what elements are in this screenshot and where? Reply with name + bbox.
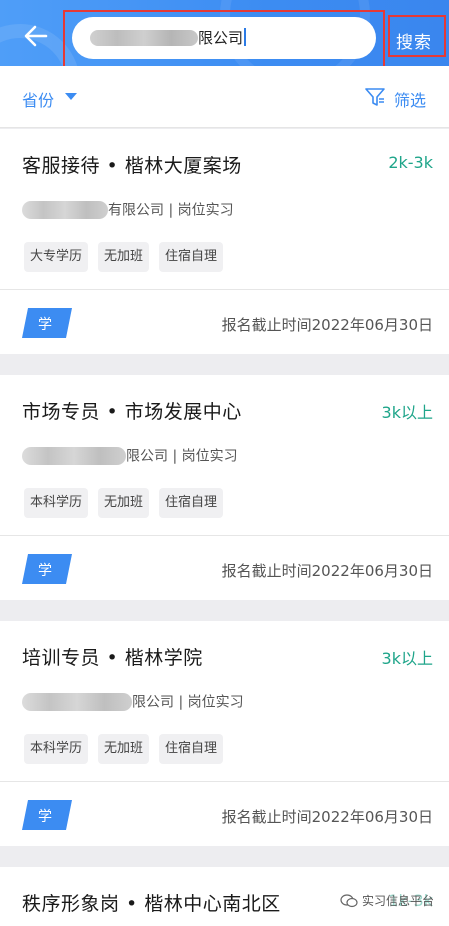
job-card-body[interactable]: 培训专员 • 楷林学院 3k以上 限公司 | 岗位实习 本科学历 无加班 住宿自…: [0, 621, 449, 781]
company-line: 限公司 | 岗位实习: [22, 691, 244, 711]
job-title: 秩序形象岗 • 楷林中心南北区: [22, 893, 281, 915]
tag: 住宿自理: [159, 734, 224, 764]
job-title: 市场专员 • 市场发展中心: [22, 401, 242, 423]
wechat-icon: [340, 893, 358, 907]
tag-list: 本科学历 无加班 住宿自理: [24, 488, 224, 518]
tag: 无加班: [98, 242, 150, 272]
deadline-text: 报名截止时间2022年06月30日: [221, 808, 433, 826]
watermark-text: 实习信息平台: [362, 894, 435, 908]
funnel-filter-icon[interactable]: [364, 86, 386, 108]
province-dropdown[interactable]: 省份: [22, 87, 54, 111]
tag-list: 大专学历 无加班 住宿自理: [24, 242, 224, 272]
job-card-body[interactable]: 市场专员 • 市场发展中心 3k以上 限公司 | 岗位实习 本科学历 无加班 住…: [0, 375, 449, 535]
search-input[interactable]: 限公司: [72, 17, 376, 59]
redacted-text: [90, 30, 198, 46]
tag: 无加班: [98, 734, 150, 764]
job-card[interactable]: 客服接待 • 楷林大厦案场 2k-3k 有限公司 | 岗位实习 大专学历 无加班…: [0, 129, 449, 354]
company-info: 限公司 | 岗位实习: [126, 448, 238, 465]
deadline-text: 报名截止时间2022年06月30日: [221, 316, 433, 334]
job-card-footer: 学 报名截止时间2022年06月30日: [0, 536, 449, 600]
company-info: 限公司 | 岗位实习: [132, 694, 244, 711]
redacted-company-name: [22, 200, 108, 219]
badge-label: 学: [38, 809, 52, 825]
search-input-value: 限公司: [198, 27, 247, 49]
job-title: 培训专员 • 楷林学院: [22, 647, 203, 669]
job-card-footer: 学 报名截止时间2022年06月30日: [0, 290, 449, 354]
job-card[interactable]: 市场专员 • 市场发展中心 3k以上 限公司 | 岗位实习 本科学历 无加班 住…: [0, 375, 449, 600]
caret-down-icon[interactable]: [65, 93, 77, 100]
company-line: 限公司 | 岗位实习: [22, 445, 238, 465]
filter-button[interactable]: 筛选: [394, 87, 426, 111]
tag: 住宿自理: [159, 488, 224, 518]
job-card[interactable]: 培训专员 • 楷林学院 3k以上 限公司 | 岗位实习 本科学历 无加班 住宿自…: [0, 621, 449, 846]
job-salary: 3k以上: [381, 403, 433, 422]
tag-list: 本科学历 无加班 住宿自理: [24, 734, 224, 764]
job-card-body[interactable]: 客服接待 • 楷林大厦案场 2k-3k 有限公司 | 岗位实习 大专学历 无加班…: [0, 129, 449, 289]
filter-bar: 省份 筛选: [0, 66, 449, 128]
job-salary: 3k以上: [381, 649, 433, 668]
tag: 无加班: [98, 488, 150, 518]
tag: 本科学历: [24, 734, 89, 764]
badge-label: 学: [38, 563, 52, 579]
badge-label: 学: [38, 317, 52, 333]
deadline-text: 报名截止时间2022年06月30日: [221, 562, 433, 580]
back-arrow-icon[interactable]: [22, 22, 50, 50]
tag: 大专学历: [24, 242, 89, 272]
company-line: 有限公司 | 岗位实习: [22, 199, 234, 219]
job-salary: 2k-3k: [388, 153, 433, 172]
job-title: 客服接待 • 楷林大厦案场: [22, 155, 242, 177]
search-button[interactable]: 搜索: [396, 28, 432, 53]
company-info: 有限公司 | 岗位实习: [108, 202, 234, 219]
job-card-footer: 学 报名截止时间2022年06月30日: [0, 782, 449, 846]
tag: 本科学历: [24, 488, 89, 518]
redacted-company-name: [22, 692, 132, 711]
text-cursor: [244, 28, 247, 46]
redacted-company-name: [22, 446, 126, 465]
tag: 住宿自理: [159, 242, 224, 272]
watermark: 实习信息平台: [340, 892, 434, 909]
